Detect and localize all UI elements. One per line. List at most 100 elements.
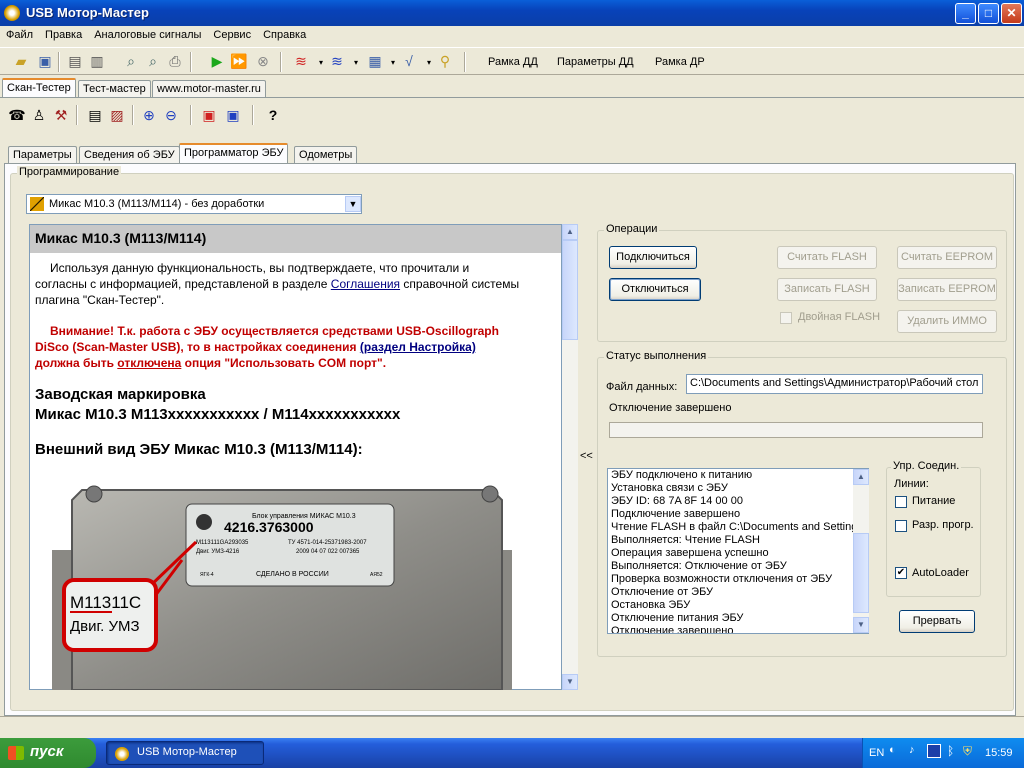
fast-forward-icon[interactable]: ⏩ [230,52,248,70]
maximize-button[interactable]: □ [978,3,999,24]
edit-icon[interactable]: ▣ [200,106,218,124]
tab-parameters[interactable]: Параметры [8,146,77,164]
language-indicator[interactable]: EN [869,747,884,759]
scroll-up-icon[interactable]: ▲ [853,469,869,485]
scroll-down-icon[interactable]: ▼ [562,674,578,690]
report-icon[interactable]: ▤ [86,106,104,124]
export-icon[interactable]: ⎙ [166,52,184,70]
print-icon[interactable]: ▥ [88,52,106,70]
scroll-thumb[interactable] [853,533,869,613]
signal-icon[interactable]: ≋ [292,52,310,70]
calculator-icon[interactable]: ▦ [366,52,384,70]
menu-service[interactable]: Сервис [207,26,257,41]
menu-analog[interactable]: Аналоговые сигналы [88,26,207,41]
scroll-thumb[interactable] [562,240,578,340]
person-icon[interactable]: ♙ [30,106,48,124]
minimize-button[interactable]: _ [955,3,976,24]
read-flash-button[interactable]: Считать FLASH [777,246,877,269]
marking-title: Заводская маркировка [35,386,206,403]
tab-website[interactable]: www.motor-master.ru [152,80,266,98]
power-checkbox[interactable] [895,496,907,508]
ecu-select[interactable]: Микас М10.3 (М113/М114) - без доработки … [26,194,362,214]
clock: 15:59 [985,747,1013,759]
remove-immo-button[interactable]: Удалить ИММО [897,310,997,333]
taskbar-app-button[interactable]: USB Мотор-Мастер [106,741,264,765]
title-bar[interactable]: USB Мотор-Мастер _ □ ✕ [0,0,1024,26]
log-list[interactable]: ЭБУ подключено к питанию Установка связи … [607,468,869,634]
status-text: Отключение завершено [609,402,732,414]
bluetooth-icon[interactable]: ᛒ [947,744,954,758]
zoom-icon[interactable]: ⌕ [122,52,140,70]
write-eeprom-button[interactable]: Записать EEPROM [897,278,997,301]
ecu-select-value: Микас М10.3 (М113/М114) - без доработки [49,198,265,210]
window-title: USB Мотор-Мастер [26,5,149,20]
autoloader-checkbox[interactable]: ✔ [895,567,907,579]
windows-logo-icon [8,746,24,760]
write-flash-button[interactable]: Записать FLASH [777,278,877,301]
settings-link[interactable]: (раздел Настройка) [360,340,476,354]
file-field[interactable]: C:\Documents and Settings\Администратор\… [686,374,983,394]
frame-dr-button[interactable]: Рамка ДР [655,56,705,68]
stop-icon[interactable]: ⊗ [254,52,272,70]
read-eeprom-button[interactable]: Считать EEPROM [897,246,997,269]
doc-text: плагина "Скан-Тестер". [35,293,165,307]
chevron-down-icon[interactable]: ▾ [347,54,365,72]
formula-icon[interactable]: √ [400,52,418,70]
tab-odometers[interactable]: Одометры [294,146,358,164]
label-line3b: ТУ 4571-014-25371983-2007 [288,540,367,546]
menu-edit[interactable]: Правка [39,26,88,41]
doc-text: согласны с информацией, представленой в … [35,277,331,291]
help-icon[interactable]: ? [264,106,282,124]
chart-icon[interactable]: ▨ [108,106,126,124]
save-icon[interactable]: ▣ [36,52,54,70]
programming-label: Программирование [17,166,122,178]
abort-button[interactable]: Прервать [899,610,975,633]
print-preview-icon[interactable]: ▤ [66,52,84,70]
log-entry: Отключение от ЭБУ [611,586,714,598]
tab-ecu-programmer[interactable]: Программатор ЭБУ [179,143,289,163]
close-button[interactable]: ✕ [1001,3,1022,24]
log-entry: Выполняется: Чтение FLASH [611,534,760,546]
toolbar-separator [252,105,254,125]
scroll-down-icon[interactable]: ▼ [853,617,869,633]
toolbar-separator [280,52,282,72]
log-entry: Остановка ЭБУ [611,599,691,611]
doc-header: Микас М10.3 (М113/М114) [30,225,561,253]
tray-icon[interactable]: ◐ [889,744,905,760]
disconnect-button[interactable]: Отключиться [609,278,701,301]
disk-icon[interactable]: ▣ [224,106,242,124]
zoom-in-icon[interactable]: ⊕ [140,106,158,124]
start-button[interactable]: пуск [0,738,96,768]
play-icon[interactable]: ▶ [208,52,226,70]
scroll-up-icon[interactable]: ▲ [562,224,578,240]
tools-icon[interactable]: ⚒ [52,106,70,124]
network-icon[interactable] [927,744,941,758]
label-line4b: 2009 04 07 022 007365 [296,549,360,555]
app-icon[interactable] [4,5,20,21]
log-scrollbar[interactable]: ▲ ▼ [853,469,869,633]
shield-icon[interactable]: ⛨ [963,744,972,759]
tool-icon[interactable]: ⚲ [436,52,454,70]
zoom-out-icon[interactable]: ⊖ [162,106,180,124]
unlock-checkbox[interactable] [895,520,907,532]
menu-help[interactable]: Справка [257,26,312,41]
volume-icon[interactable]: ♪ [909,744,925,760]
tab-test-master[interactable]: Тест-мастер [78,80,151,98]
find-icon[interactable]: ⌕ [144,52,162,70]
frame-dd-button[interactable]: Рамка ДД [488,56,538,68]
params-dd-button[interactable]: Параметры ДД [557,56,634,68]
disabled-link[interactable]: отключена [117,356,181,370]
double-flash-checkbox[interactable] [780,312,792,324]
tab-scan-tester[interactable]: Скан-Тестер [2,78,76,98]
tab-ecu-info[interactable]: Сведения об ЭБУ [79,146,180,164]
open-icon[interactable]: ▰ [12,52,30,70]
phone-icon[interactable]: ☎ [8,106,26,124]
wave-icon[interactable]: ≋ [328,52,346,70]
label-line5a: ЯГК-4 [200,572,214,578]
connect-button[interactable]: Подключиться [609,246,697,269]
agreement-link[interactable]: Соглашения [331,277,400,291]
chevron-down-icon[interactable]: ▼ [345,196,361,212]
doc-scrollbar[interactable]: ▲ ▼ [562,224,578,690]
collapse-splitter[interactable]: << [580,450,593,462]
menu-file[interactable]: Файл [0,26,39,41]
